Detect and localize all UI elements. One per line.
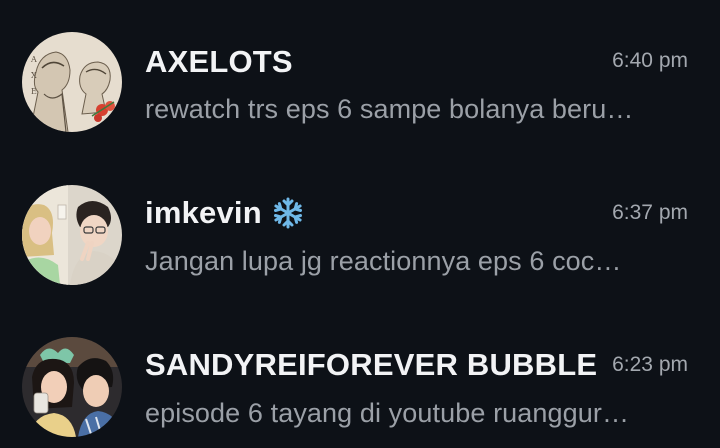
chat-avatar[interactable]: A X E [22,32,122,132]
chat-avatar[interactable] [22,185,122,285]
svg-text:X: X [31,71,37,80]
chat-last-message: Jangan lupa jg reactionnya eps 6 coc… [145,246,622,276]
snowflake-icon [272,197,304,229]
chat-last-message: rewatch trs eps 6 sampe bolanya beru… [145,94,634,124]
chat-name: SANDYREIFOREVER BUBBLE [145,347,598,382]
chat-name: imkevin [145,195,262,230]
chat-timestamp: 6:23 pm [612,353,688,376]
svg-text:A: A [30,55,37,64]
chat-timestamp: 6:40 pm [612,49,688,72]
chat-item-imkevin[interactable]: imkevin 6:37 pm Jangan lupa jg reactionn… [0,152,720,304]
chat-avatar[interactable] [22,337,122,437]
chat-last-message: episode 6 tayang di youtube ruanggur… [145,398,630,428]
chat-item-sandyreiforever-bubble[interactable]: SANDYREIFOREVER BUBBLE 6:23 pm episode 6… [0,304,720,448]
svg-text:E: E [31,87,37,96]
chat-name: AXELOTS [145,44,293,79]
chat-list: A X E AXELOTS 6:40 pm rewatch trs eps 6 … [0,0,720,448]
chat-timestamp: 6:37 pm [612,201,688,224]
chat-item-axelots[interactable]: A X E AXELOTS 6:40 pm rewatch trs eps 6 … [0,0,720,152]
